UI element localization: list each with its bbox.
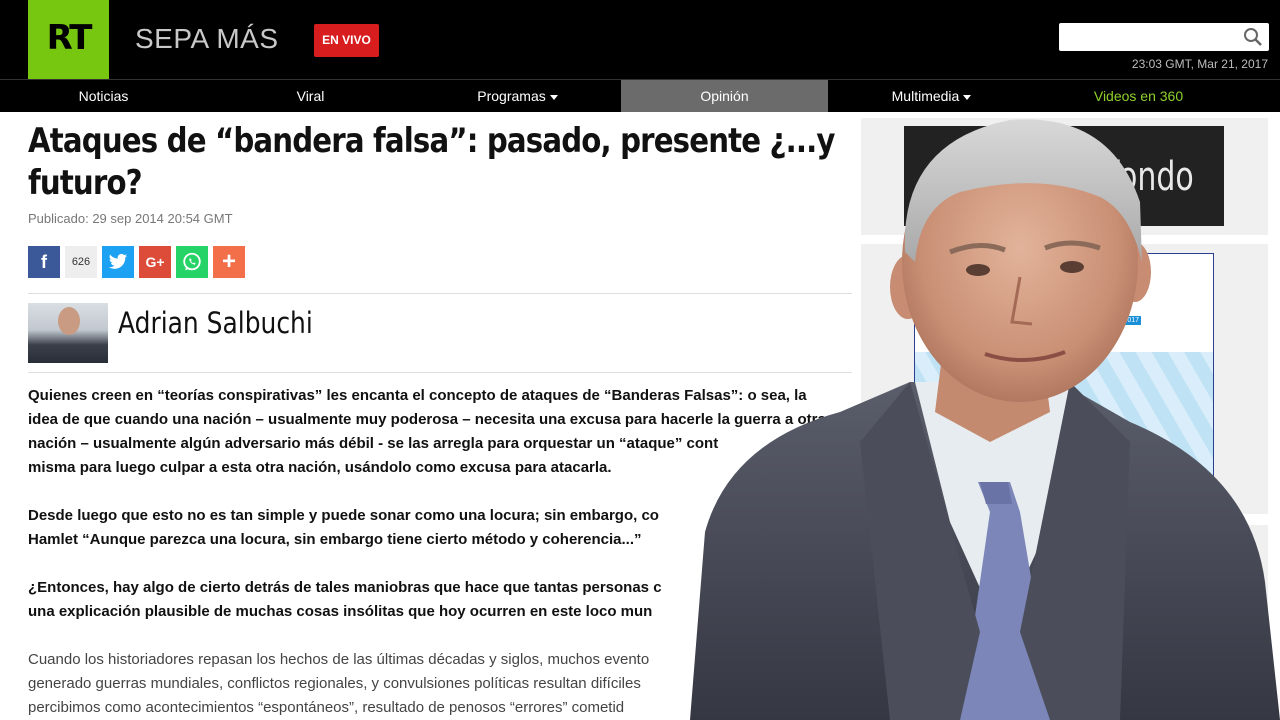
author-name[interactable]: Adrian Salbuchi (118, 306, 313, 340)
search-icon[interactable] (1243, 27, 1263, 47)
avatar-head (58, 307, 80, 335)
live-button[interactable]: EN VIVO (314, 24, 379, 57)
chevron-down-icon (549, 94, 558, 100)
more-share-button[interactable]: + (213, 246, 245, 278)
nav-item-programas[interactable]: Programas (414, 80, 621, 112)
chevron-down-icon (963, 94, 972, 100)
nav-label: Noticias (78, 88, 129, 104)
nav-label: Programas (477, 88, 546, 104)
nav-item-videos-360[interactable]: Videos en 360 (1035, 80, 1242, 112)
publish-date: Publicado: 29 sep 2014 20:54 GMT (28, 211, 233, 226)
nav-label: Videos en 360 (1093, 88, 1184, 104)
whatsapp-icon (183, 252, 201, 271)
author-portrait-overlay (690, 119, 1280, 720)
facebook-share-button[interactable]: f (28, 246, 60, 278)
whatsapp-share-button[interactable] (176, 246, 208, 278)
twitter-share-button[interactable] (102, 246, 134, 278)
share-bar: f 626 G+ + (28, 246, 245, 278)
author-avatar[interactable] (28, 303, 108, 363)
nav-label: Multimedia (891, 88, 960, 104)
nav-item-viral[interactable]: Viral (207, 80, 414, 112)
googleplus-icon: G+ (145, 254, 165, 270)
site-header: RT SEPA MÁS EN VIVO 23:03 GMT, Mar 21, 2… (0, 0, 1280, 79)
plus-icon: + (221, 248, 236, 275)
facebook-icon: f (41, 251, 47, 272)
logo-text: RT (46, 18, 93, 58)
search-input[interactable] (1059, 23, 1269, 51)
nav-item-noticias[interactable]: Noticias (0, 80, 207, 112)
googleplus-share-button[interactable]: G+ (139, 246, 171, 278)
nav-item-opinion[interactable]: Opinión (621, 80, 828, 112)
share-count: 626 (65, 246, 97, 278)
nav-label: Viral (296, 88, 325, 104)
current-datetime: 23:03 GMT, Mar 21, 2017 (1131, 57, 1268, 71)
nav-label: Opinión (700, 88, 749, 104)
site-name[interactable]: SEPA MÁS (135, 23, 279, 55)
main-nav: Noticias Viral Programas Opinión Multime… (0, 79, 1280, 112)
nav-item-multimedia[interactable]: Multimedia (828, 80, 1035, 112)
twitter-icon (108, 253, 128, 269)
rt-logo[interactable]: RT (28, 0, 109, 79)
